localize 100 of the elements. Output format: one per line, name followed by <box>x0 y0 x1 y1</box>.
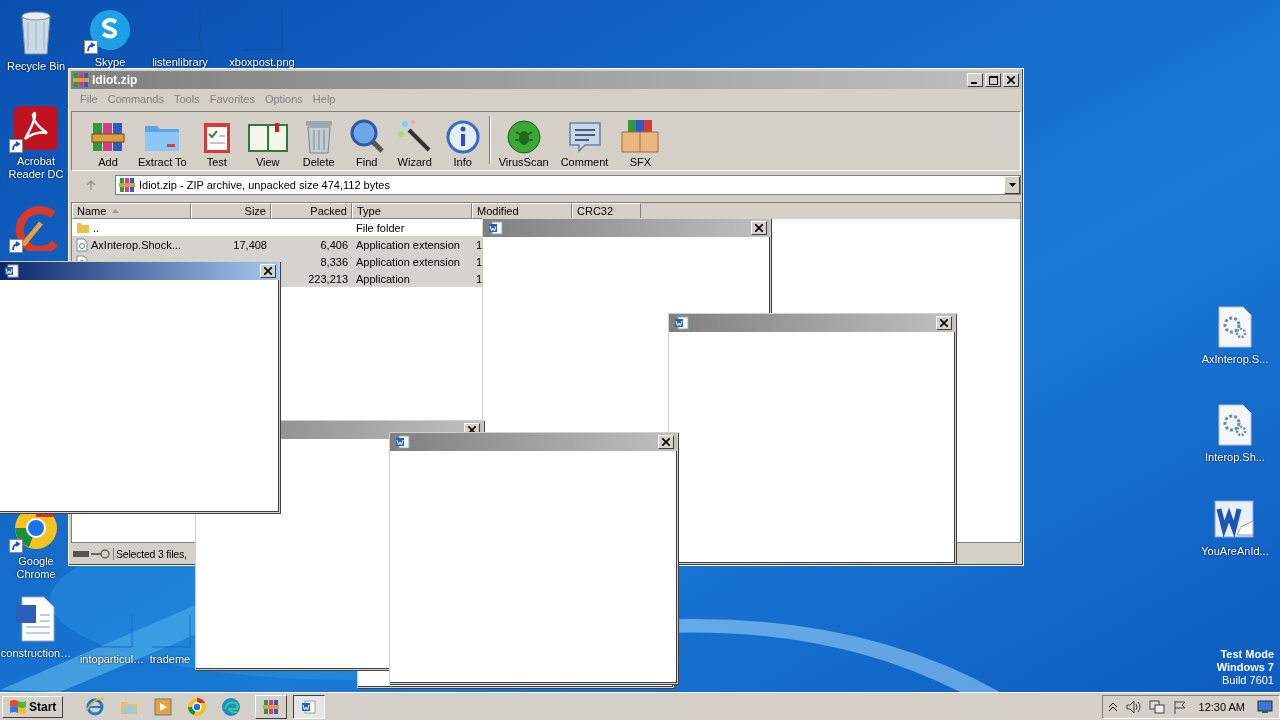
word-icon <box>396 435 410 449</box>
toolbar-button[interactable]: SFX <box>614 118 667 168</box>
icon-label[interactable]: AxInterop.S... <box>1201 353 1269 366</box>
toolbar-button[interactable]: Test <box>192 120 241 168</box>
toolbar-button[interactable]: VirusScan <box>492 120 555 168</box>
icon-label[interactable]: trademe <box>149 653 191 666</box>
table-cell: File folder <box>356 221 405 234</box>
table-cell: 6,406 <box>320 238 348 251</box>
clock[interactable]: 12:30 AM <box>1198 701 1245 713</box>
watermark-text: Test Mode <box>1220 648 1274 661</box>
windows-logo-icon <box>9 699 27 715</box>
icon-label[interactable]: Google Chrome <box>1 555 71 581</box>
toolbar-button[interactable]: Delete <box>294 118 343 168</box>
box-icon <box>620 118 661 154</box>
icon-label[interactable]: Interop.Sh... <box>1205 451 1265 464</box>
table-cell: 1 <box>476 238 483 251</box>
word-icon <box>302 700 317 714</box>
info-icon <box>445 120 480 154</box>
table-cell: 17,408 <box>233 238 267 251</box>
toolbar-button[interactable]: View <box>240 120 295 168</box>
table-cell: AxInterop.Shock... <box>91 238 181 251</box>
caret-icon <box>1008 183 1016 187</box>
table-cell: Application extension <box>356 238 460 251</box>
speaker-icon[interactable] <box>1124 700 1141 714</box>
toolbar-button[interactable]: Comment <box>554 120 615 168</box>
network-icon[interactable] <box>1148 700 1165 714</box>
media-player-icon[interactable] <box>153 697 174 717</box>
column-header[interactable]: Size <box>191 203 271 219</box>
icon-label[interactable]: xboxpost.png <box>229 56 295 69</box>
ie-icon[interactable] <box>85 697 106 717</box>
address-field[interactable]: Idiot.zip - ZIP archive, unpacked size 474,112 bytes <box>115 175 1021 195</box>
start-button[interactable]: Start <box>2 696 64 718</box>
word-icon <box>675 316 689 330</box>
toolbar-button[interactable]: Add <box>84 120 132 168</box>
key-icon <box>91 549 111 559</box>
winrar-icon <box>263 699 280 715</box>
flag-icon[interactable] <box>1172 700 1187 714</box>
table-cell: 8,336 <box>320 255 348 268</box>
word-icon <box>1213 497 1257 541</box>
icon-label[interactable]: construction… <box>0 647 72 660</box>
column-header[interactable]: Packed <box>271 203 352 219</box>
gears-file-icon <box>76 237 88 252</box>
table-cell: Application <box>356 272 410 285</box>
status-text: Selected 3 files, <box>113 548 187 560</box>
icon-label[interactable]: listenlibrary <box>152 56 208 69</box>
up-arrow-icon <box>85 179 97 191</box>
sort-arrow-icon <box>112 209 120 213</box>
close-icon <box>940 319 948 327</box>
word-icon <box>489 221 503 235</box>
toolbar-button[interactable]: Wizard <box>390 118 439 168</box>
maximize-icon <box>988 75 998 85</box>
close-icon <box>264 267 272 275</box>
table-cell: Application extension <box>356 255 460 268</box>
table-cell: 1 <box>476 272 483 285</box>
toolbar-button[interactable]: Extract To <box>132 120 193 168</box>
close-icon <box>1007 76 1015 84</box>
icon-label[interactable]: YouAreAnId... <box>1201 545 1269 558</box>
icon-label[interactable]: Skype <box>94 56 126 69</box>
watermark-text: Build 7601 <box>1222 674 1274 687</box>
maximize-button[interactable] <box>985 73 1001 87</box>
close-button[interactable] <box>658 435 674 449</box>
close-icon <box>662 438 670 446</box>
close-button[interactable] <box>1003 73 1019 87</box>
word-icon <box>5 264 19 278</box>
close-button[interactable] <box>751 221 767 235</box>
close-button[interactable] <box>260 264 276 278</box>
minimize-button[interactable] <box>967 73 983 87</box>
show-desktop-icon[interactable] <box>1257 700 1273 714</box>
archive-icon <box>119 177 135 193</box>
drive-icon <box>73 551 89 557</box>
ccleaner-icon <box>13 205 59 251</box>
skype-icon <box>88 8 132 52</box>
speech-bubble-icon <box>566 120 603 154</box>
toolbar-button[interactable]: Info <box>438 120 487 168</box>
caret-icon[interactable] <box>1108 703 1117 711</box>
gears-file-icon <box>1217 403 1253 447</box>
bug-scan-icon <box>506 120 541 154</box>
watermark-text: Windows 7 <box>1216 661 1274 674</box>
close-icon <box>755 224 763 232</box>
taskbar-button[interactable] <box>293 695 326 719</box>
open-book-icon <box>246 120 289 154</box>
dropdown-button[interactable] <box>1004 176 1020 194</box>
column-header[interactable]: Name <box>72 203 191 219</box>
word-document-icon <box>14 595 58 643</box>
table-cell: .. <box>93 221 100 234</box>
close-button[interactable] <box>936 316 952 330</box>
winrar-icon <box>73 72 89 88</box>
column-header[interactable]: Type <box>352 203 472 219</box>
archive-books-icon <box>91 120 125 154</box>
magnifier-icon <box>348 118 385 154</box>
acrobat-icon <box>13 105 59 151</box>
icon-label[interactable]: Recycle Bin <box>6 60 66 73</box>
icon-label[interactable]: Acrobat Reader DC <box>1 155 71 181</box>
gears-file-icon <box>1217 305 1253 349</box>
chrome-icon[interactable] <box>187 697 208 717</box>
window-title: Idiot.zip <box>92 73 138 87</box>
table-cell: 1 <box>476 255 483 268</box>
toolbar-button[interactable]: Find <box>342 118 391 168</box>
magic-wand-icon <box>396 118 433 154</box>
folder-icon <box>76 221 90 234</box>
